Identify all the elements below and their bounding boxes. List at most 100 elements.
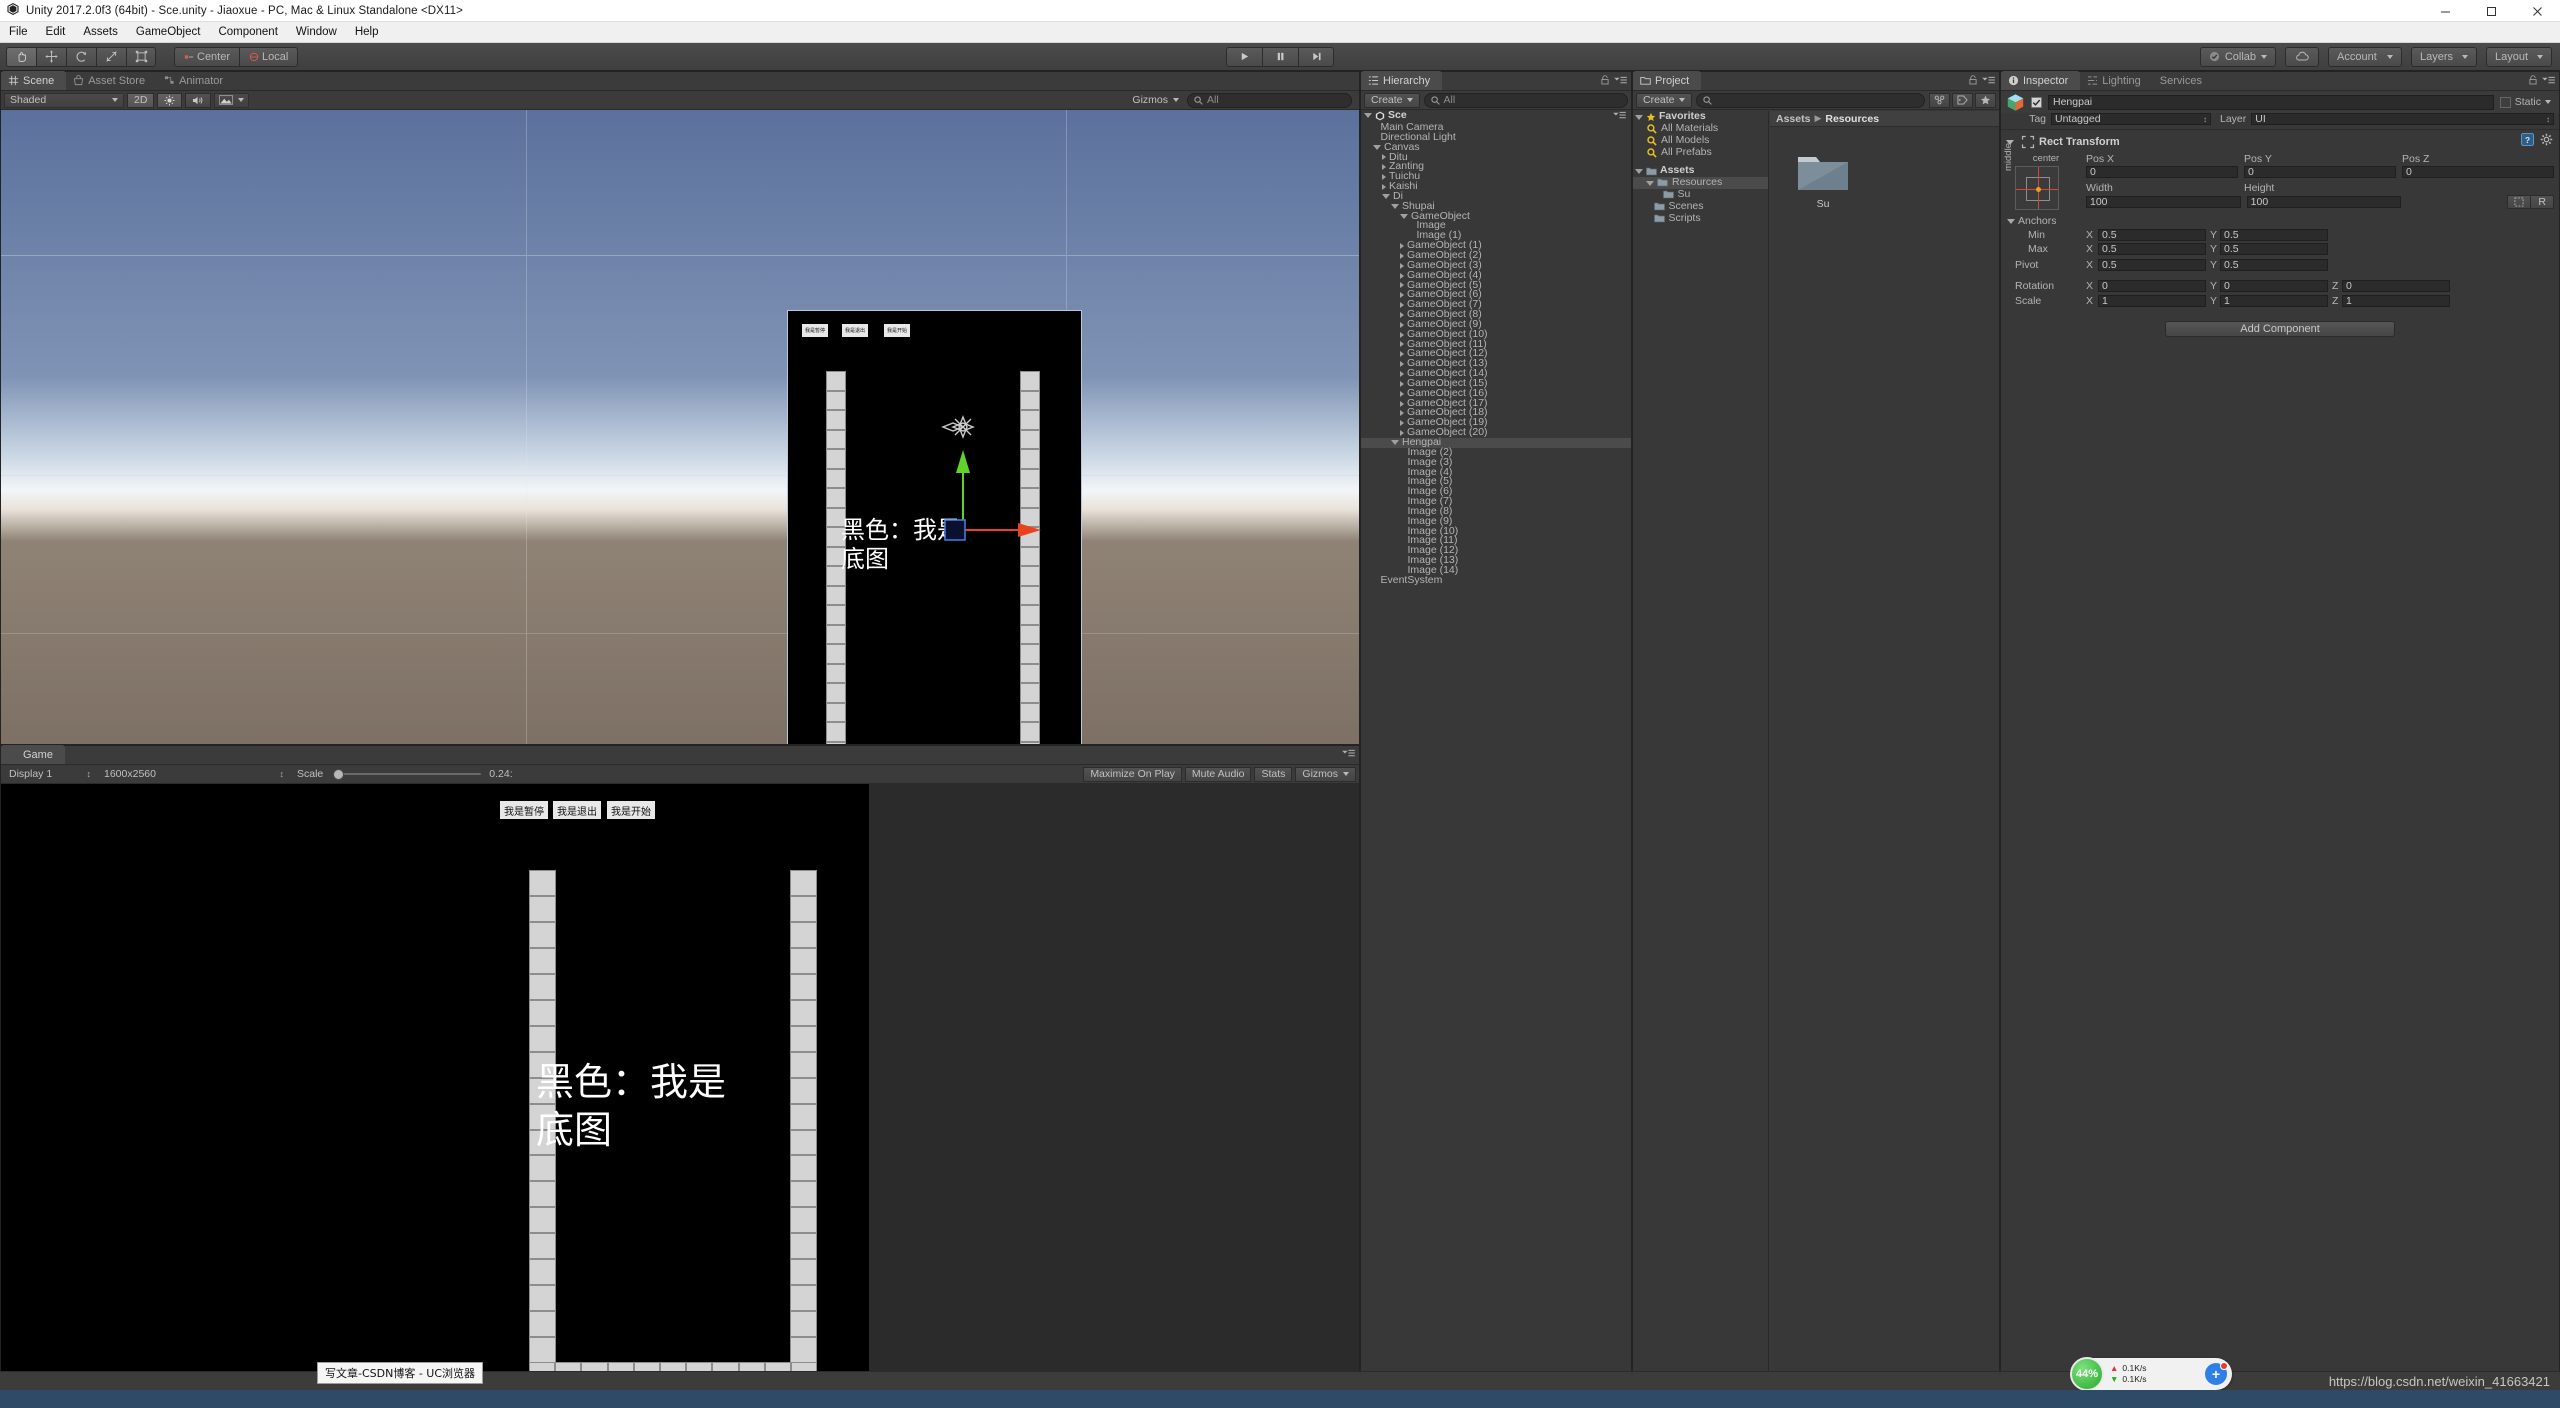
filter-by-type-button[interactable] bbox=[1929, 92, 1950, 108]
gear-icon[interactable] bbox=[2540, 133, 2553, 146]
project-grid-item-su[interactable]: Su bbox=[1792, 149, 1854, 210]
game-ui-button-quit[interactable]: 我是退出 bbox=[553, 801, 601, 819]
hierarchy-item[interactable]: GameObject (7) bbox=[1361, 299, 1631, 310]
blueprint-mode-button[interactable] bbox=[2507, 195, 2531, 209]
chevron-right-icon[interactable] bbox=[1400, 410, 1404, 417]
add-component-button[interactable]: Add Component bbox=[2165, 321, 2395, 337]
game-ui-button-pause[interactable]: 我是暂停 bbox=[500, 801, 548, 819]
project-content-column[interactable]: Assets ▶ Resources Su bbox=[1770, 111, 1999, 1382]
chevron-right-icon[interactable] bbox=[1400, 351, 1404, 358]
game-view-tab-menu[interactable] bbox=[1342, 749, 1355, 758]
raw-edit-mode-button[interactable]: R bbox=[2530, 195, 2555, 209]
hierarchy-item[interactable]: Image (9) bbox=[1361, 516, 1631, 527]
close-button[interactable] bbox=[2514, 0, 2560, 22]
menu-component[interactable]: Component bbox=[209, 24, 286, 40]
game-ui-button-start[interactable]: 我是开始 bbox=[607, 801, 655, 819]
hierarchy-item[interactable]: GameObject (6) bbox=[1361, 289, 1631, 300]
chevron-right-icon[interactable] bbox=[1400, 321, 1404, 328]
hand-tool-button[interactable] bbox=[6, 46, 36, 67]
pos-x-input[interactable]: 0 bbox=[2086, 166, 2238, 178]
anchors-max-y-input[interactable]: 0.5 bbox=[2220, 243, 2328, 255]
tab-inspector[interactable]: Inspector bbox=[2001, 71, 2081, 90]
pivot-local-button[interactable]: Local bbox=[239, 46, 299, 67]
hierarchy-item[interactable]: Image (1) bbox=[1361, 230, 1631, 241]
pos-y-input[interactable]: 0 bbox=[2244, 166, 2396, 178]
hierarchy-item[interactable]: GameObject (19) bbox=[1361, 417, 1631, 428]
project-favorites-list[interactable]: All Materials All Models All Prefabs bbox=[1633, 123, 1768, 159]
chevron-down-icon[interactable] bbox=[1400, 214, 1408, 220]
hierarchy-item[interactable]: GameObject (18) bbox=[1361, 407, 1631, 418]
chevron-right-icon[interactable] bbox=[1400, 282, 1404, 289]
hierarchy-item[interactable]: GameObject (8) bbox=[1361, 309, 1631, 320]
anchors-min-x-input[interactable]: 0.5 bbox=[2098, 229, 2206, 241]
chevron-down-icon[interactable] bbox=[1364, 113, 1372, 118]
pause-button[interactable] bbox=[1262, 46, 1298, 67]
filter-by-label-button[interactable] bbox=[1952, 92, 1973, 108]
hierarchy-item[interactable]: Image (12) bbox=[1361, 545, 1631, 556]
scale-y-input[interactable]: 1 bbox=[2220, 295, 2328, 307]
hierarchy-item[interactable]: GameObject (4) bbox=[1361, 269, 1631, 281]
chevron-right-icon[interactable] bbox=[1382, 154, 1386, 161]
hierarchy-item[interactable]: GameObject bbox=[1361, 210, 1631, 222]
hierarchy-item[interactable]: Hengpai bbox=[1361, 437, 1631, 448]
hierarchy-item[interactable]: Image (7) bbox=[1361, 496, 1631, 507]
menu-window[interactable]: Window bbox=[287, 24, 346, 40]
hierarchy-item[interactable]: Image (6) bbox=[1361, 486, 1631, 497]
project-folder-item[interactable]: Scripts bbox=[1633, 213, 1768, 225]
scene-viewport[interactable]: 我是暂停 我是退出 我是开始 黑色：我是 底图 bbox=[1, 110, 1359, 744]
breadcrumb-resources[interactable]: Resources bbox=[1825, 113, 1879, 125]
hierarchy-item[interactable]: Image bbox=[1361, 220, 1631, 231]
chevron-right-icon[interactable] bbox=[1400, 380, 1404, 387]
menu-edit[interactable]: Edit bbox=[37, 24, 75, 40]
hierarchy-item[interactable]: Image (5) bbox=[1361, 476, 1631, 487]
display-dropdown[interactable]: Display 1 ↕ bbox=[4, 767, 96, 782]
chevron-down-icon[interactable] bbox=[2545, 100, 2551, 104]
mute-audio-button[interactable]: Mute Audio bbox=[1184, 766, 1252, 782]
inspector-menu-icon[interactable] bbox=[2542, 76, 2555, 85]
hierarchy-item[interactable]: GameObject (11) bbox=[1361, 338, 1631, 350]
layer-dropdown[interactable]: UI ↕ bbox=[2251, 113, 2554, 125]
scene-gizmos-dropdown[interactable]: Gizmos bbox=[1127, 93, 1184, 108]
draw-mode-dropdown[interactable]: Shaded bbox=[4, 92, 124, 108]
scene-effects-toggle[interactable] bbox=[214, 92, 250, 108]
maximize-on-play-button[interactable]: Maximize On Play bbox=[1083, 766, 1182, 782]
pivot-x-input[interactable]: 0.5 bbox=[2098, 259, 2206, 271]
hierarchy-item[interactable]: Shupai bbox=[1361, 201, 1631, 212]
hierarchy-item[interactable]: GameObject (16) bbox=[1361, 388, 1631, 399]
help-icon[interactable]: ? bbox=[2521, 133, 2534, 146]
scene-canvas-object[interactable]: 我是暂停 我是退出 我是开始 黑色：我是 底图 bbox=[787, 310, 1082, 744]
scene-audio-toggle[interactable] bbox=[185, 92, 212, 108]
chevron-right-icon[interactable] bbox=[1400, 371, 1404, 378]
tab-hierarchy[interactable]: Hierarchy bbox=[1361, 71, 1443, 90]
chevron-right-icon[interactable] bbox=[1400, 311, 1404, 318]
scene-ui-button-quit[interactable]: 我是退出 bbox=[842, 324, 868, 337]
hierarchy-item[interactable]: GameObject (2) bbox=[1361, 250, 1631, 261]
hierarchy-item[interactable]: GameObject (1) bbox=[1361, 240, 1631, 251]
tab-services[interactable]: Services bbox=[2153, 71, 2214, 90]
menu-file[interactable]: File bbox=[0, 24, 37, 40]
anchors-min-y-input[interactable]: 0.5 bbox=[2220, 229, 2328, 241]
chevron-right-icon[interactable] bbox=[1400, 243, 1404, 250]
hierarchy-item[interactable]: Image (4) bbox=[1361, 466, 1631, 478]
minimize-button[interactable] bbox=[2422, 0, 2468, 22]
lock-icon[interactable] bbox=[1969, 75, 1977, 85]
scene-search-input[interactable]: All bbox=[1187, 92, 1352, 108]
collab-button[interactable]: Collab bbox=[2199, 46, 2276, 67]
scale-slider-handle[interactable] bbox=[333, 768, 345, 780]
rect-transform-header[interactable]: Rect Transform ? bbox=[2006, 133, 2554, 150]
hierarchy-item[interactable]: GameObject (10) bbox=[1361, 329, 1631, 340]
rotation-x-input[interactable]: 0 bbox=[2098, 280, 2206, 292]
project-search-input[interactable] bbox=[1695, 92, 1925, 108]
cloud-button[interactable] bbox=[2285, 46, 2319, 67]
chevron-right-icon[interactable] bbox=[1400, 341, 1404, 348]
tab-game[interactable]: Game bbox=[1, 745, 65, 764]
project-folder-list[interactable]: Resources Su Scenes Scripts bbox=[1633, 177, 1768, 225]
scale-tool-button[interactable] bbox=[96, 46, 126, 67]
project-menu-icon[interactable] bbox=[1982, 76, 1995, 85]
rotate-tool-button[interactable] bbox=[66, 46, 96, 67]
tab-animator[interactable]: Animator bbox=[157, 71, 235, 90]
hierarchy-item[interactable]: GameObject (12) bbox=[1361, 348, 1631, 359]
rotation-z-input[interactable]: 0 bbox=[2342, 280, 2450, 292]
chevron-right-icon[interactable] bbox=[1382, 183, 1386, 190]
breadcrumb-assets[interactable]: Assets bbox=[1776, 113, 1810, 125]
